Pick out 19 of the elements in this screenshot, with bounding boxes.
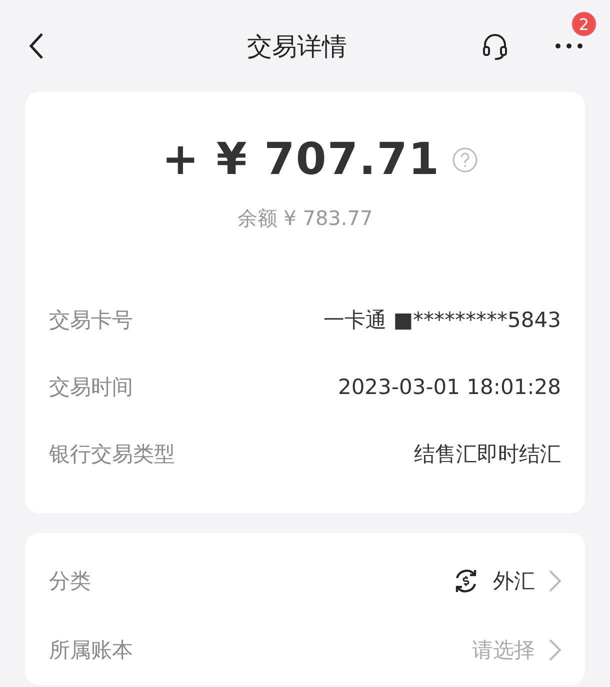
setting-value[interactable]: 外汇 [493,567,535,595]
detail-label: 交易时间 [49,374,133,400]
page-title: 交易详情 [246,30,348,62]
setting-label: 所属账本 [49,637,133,664]
currency-exchange-icon [453,568,479,594]
detail-label: 交易卡号 [49,306,133,334]
balance-text: 余额 ¥ 783.77 [236,205,374,232]
setting-label: 分类 [49,568,91,595]
back-icon [28,32,44,60]
notification-badge: 2 [572,12,596,36]
chevron-right-icon [549,639,561,661]
detail-value: 2023-03-01 18:01:28 [338,374,561,398]
more-icon [554,42,584,50]
detail-value: 结售汇即时结汇 [414,440,561,468]
detail-value: 一卡通 ■*********5843 [324,306,561,334]
chevron-right-icon [549,570,561,592]
amount-text: + ¥ 707.71 [162,134,440,185]
headset-icon [480,31,510,61]
detail-label: 银行交易类型 [49,440,175,468]
